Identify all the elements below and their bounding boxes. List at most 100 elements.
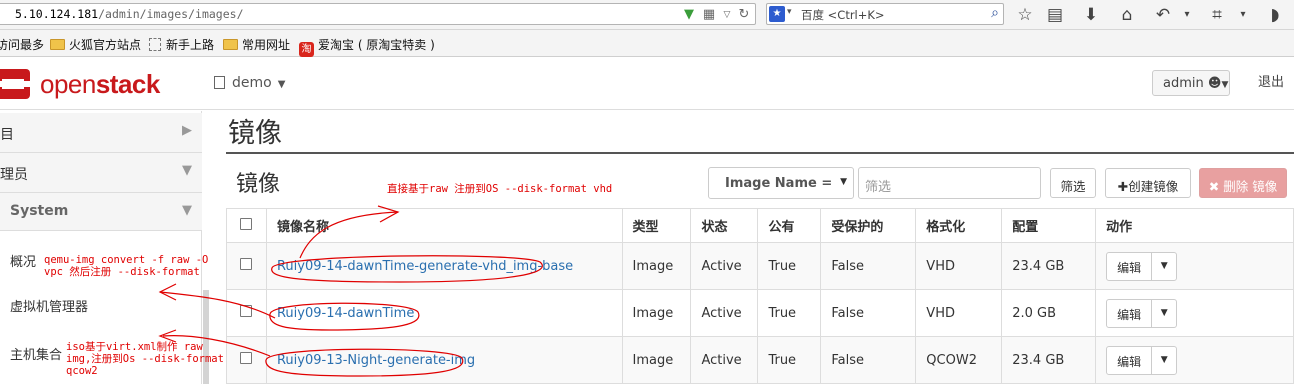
edit-button[interactable]: 编辑	[1107, 346, 1153, 374]
chat-icon[interactable]: ◗	[1264, 4, 1286, 26]
filter-input[interactable]: 筛选	[858, 167, 1041, 199]
engine-caret-icon[interactable]: ▾	[787, 7, 792, 17]
bookmark-getting-started[interactable]: 新手上路	[149, 36, 214, 53]
bookmark-label: 新手上路	[166, 38, 215, 52]
sidebar-item-host-aggregates[interactable]: 主机集合	[10, 344, 62, 363]
image-protected: False	[820, 242, 917, 290]
reading-list-icon[interactable]: ▤	[1044, 4, 1066, 26]
image-protected: False	[820, 336, 917, 384]
image-name-link[interactable]: Ruiy09-14-dawnTime	[277, 306, 414, 321]
image-public: True	[757, 289, 822, 337]
openstack-logo-icon[interactable]	[0, 69, 30, 99]
column-header-public[interactable]: 公有	[757, 208, 822, 243]
select-all-cell	[226, 208, 267, 243]
download-icon[interactable]: ⬇	[1080, 4, 1102, 26]
column-header-format[interactable]: 格式化	[915, 208, 1003, 243]
sidebar-scrollbar[interactable]	[203, 290, 209, 384]
more-actions-caret-icon[interactable]: ▼	[1152, 347, 1176, 374]
sidebar-subsection-label: System	[10, 203, 69, 219]
dropdown-arrow-icon[interactable]: ▽	[719, 7, 735, 23]
row-checkbox[interactable]	[240, 258, 252, 270]
filter-field-select[interactable]: Image Name = ▼	[708, 167, 854, 199]
title-divider	[226, 152, 1294, 154]
table-row: Ruiy09-13-Night-generate-img Image Activ…	[226, 336, 1294, 384]
annotation-note-iso-line1: iso基于virt.xml制作 raw	[66, 341, 203, 353]
delete-images-button[interactable]: ✖ 删除 镜像	[1199, 168, 1287, 198]
browser-toolbar: 5.10.124.181/admin/images/images/ ▼ ▦ ▽ …	[0, 0, 1294, 30]
row-action-group: 编辑 ▼	[1106, 345, 1178, 375]
bookmark-label: 火狐官方站点	[69, 38, 142, 52]
select-all-checkbox[interactable]	[240, 217, 252, 230]
column-header-name[interactable]: 镜像名称	[265, 208, 623, 243]
search-placeholder: 百度 <Ctrl+K>	[801, 8, 885, 22]
chevron-down-icon: ▼	[840, 177, 847, 187]
logout-link[interactable]: 退出	[1258, 71, 1284, 90]
column-header-type[interactable]: 类型	[621, 208, 692, 243]
create-image-button[interactable]: ✚创建镜像	[1105, 168, 1191, 198]
column-header-size[interactable]: 配置	[1001, 208, 1097, 243]
sidebar-section-label: 目	[0, 127, 14, 143]
page-title: 镜像	[228, 118, 282, 149]
bookmark-firefox-site[interactable]: 火狐官方站点	[50, 36, 141, 53]
bookmark-most-visited[interactable]: 访问最多	[0, 36, 44, 53]
qr-code-icon[interactable]: ▦	[701, 7, 717, 23]
search-bar[interactable]: ★ ▾ 百度 <Ctrl+K> ⌕	[766, 3, 1004, 25]
star-bookmark-icon[interactable]: ☆	[1014, 4, 1036, 26]
image-type: Image	[621, 336, 692, 384]
undo-icon[interactable]: ↶	[1152, 4, 1174, 26]
folder-icon	[50, 39, 65, 50]
image-size: 2.0 GB	[1001, 289, 1097, 337]
openstack-wordmark[interactable]: openstack	[40, 69, 160, 100]
sidebar-section-admin[interactable]: 理员 ▼	[0, 153, 202, 193]
user-icon: ☻	[1207, 76, 1222, 91]
delete-images-label: 删除 镜像	[1223, 179, 1278, 194]
logo-text-stack: stack	[95, 69, 161, 99]
column-header-protected[interactable]: 受保护的	[820, 208, 917, 243]
search-icon[interactable]: ⌕	[991, 5, 999, 21]
user-menu[interactable]: admin ☻▼	[1152, 70, 1230, 96]
column-header-actions: 动作	[1095, 208, 1294, 243]
chevron-right-icon: ▶	[182, 123, 192, 138]
row-actions-cell: 编辑 ▼	[1095, 289, 1294, 337]
table-row: Ruiy09-14-dawnTime Image Active True Fal…	[226, 289, 1294, 337]
annotation-note-qemu-line1: qemu-img convert -f raw -O	[44, 254, 209, 266]
home-icon[interactable]: ⌂	[1116, 4, 1138, 26]
edit-button[interactable]: 编辑	[1107, 252, 1153, 280]
more-actions-caret-icon[interactable]: ▼	[1152, 253, 1176, 280]
column-header-status[interactable]: 状态	[690, 208, 759, 243]
annotation-note-iso-line2: img,注册到Os --disk-format	[66, 353, 224, 365]
table-header-row: 镜像名称 类型 状态 公有 受保护的 格式化 配置 动作	[226, 208, 1294, 243]
table-row: Ruiy09-14-dawnTime-generate-vhd_img-base…	[226, 242, 1294, 290]
edit-button[interactable]: 编辑	[1107, 299, 1153, 327]
crop-icon[interactable]: ⌗	[1206, 4, 1228, 26]
row-checkbox[interactable]	[240, 305, 252, 317]
more-actions-caret-icon[interactable]: ▼	[1152, 300, 1176, 327]
sidebar-section-project[interactable]: 目 ▶	[0, 113, 202, 153]
project-name: demo	[232, 75, 272, 91]
shield-icon[interactable]: ▼	[681, 7, 697, 23]
undo-caret-icon[interactable]: ▾	[1176, 4, 1198, 26]
row-checkbox[interactable]	[240, 352, 252, 364]
chevron-down-icon: ▼	[1221, 80, 1229, 90]
folder-icon	[223, 39, 238, 50]
row-actions-cell: 编辑 ▼	[1095, 242, 1294, 290]
bookmark-common-sites[interactable]: 常用网址	[223, 36, 290, 53]
sidebar-item-overview[interactable]: 概况	[10, 251, 36, 270]
bookmarks-bar: 访问最多 火狐官方站点 新手上路 常用网址 淘爱淘宝 ( 原淘宝特卖 )	[0, 30, 1294, 57]
crop-caret-icon[interactable]: ▾	[1232, 4, 1254, 26]
baidu-engine-icon[interactable]: ★	[769, 6, 785, 22]
image-public: True	[757, 336, 822, 384]
row-select-cell	[226, 336, 267, 384]
sidebar-item-hypervisors[interactable]: 虚拟机管理器	[10, 296, 88, 315]
plus-icon: ✚	[1117, 179, 1129, 194]
image-name-link[interactable]: Ruiy09-13-Night-generate-img	[277, 353, 475, 368]
annotation-note-iso-line3: qcow2	[66, 365, 98, 377]
project-selector[interactable]: demo ▼	[214, 75, 285, 91]
image-name-link[interactable]: Ruiy09-14-dawnTime-generate-vhd_img-base	[277, 259, 573, 274]
filter-button[interactable]: 筛选	[1050, 168, 1096, 198]
bookmark-ai-taobao[interactable]: 淘爱淘宝 ( 原淘宝特卖 )	[299, 36, 435, 57]
url-bar[interactable]: 5.10.124.181/admin/images/images/ ▼ ▦ ▽ …	[0, 3, 756, 25]
row-action-group: 编辑 ▼	[1106, 298, 1178, 328]
reload-icon[interactable]: ↻	[736, 7, 752, 23]
sidebar-subsection-system[interactable]: System ▼	[0, 193, 202, 231]
